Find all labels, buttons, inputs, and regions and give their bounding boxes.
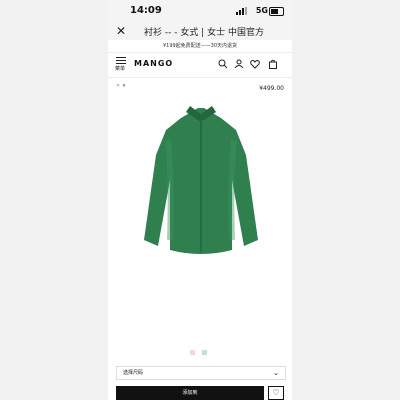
phone-screen: 14:09 5G ✕ 衬衫 -- - 女式 | 女士 中国官方 ¥199起免费配… <box>108 0 292 400</box>
status-time: 14:09 <box>130 5 162 16</box>
menu-button[interactable]: 菜单 <box>115 57 128 72</box>
add-to-cart-button[interactable]: 添加到 <box>116 386 264 400</box>
size-select[interactable]: 选择尺码 ⌄ <box>116 366 286 380</box>
color-swatch[interactable] <box>190 350 195 355</box>
image-indicator: ✕ ♦ <box>116 83 127 89</box>
close-icon[interactable]: ✕ <box>116 24 126 38</box>
network-indicator: 5G <box>255 6 268 15</box>
color-swatch[interactable] <box>202 350 207 355</box>
page-title: 衬衫 -- - 女式 | 女士 中国官方 <box>144 28 264 38</box>
chevron-down-icon: ⌄ <box>273 369 279 377</box>
product-price: ¥499.00 <box>259 85 284 92</box>
right-backdrop <box>292 0 400 400</box>
browser-title-bar: ✕ 衬衫 -- - 女式 | 女士 中国官方 <box>108 22 292 40</box>
size-select-label: 选择尺码 <box>123 370 144 376</box>
favorite-button[interactable]: ♡ <box>268 386 284 400</box>
status-bar: 14:09 5G <box>108 0 292 22</box>
signal-icon <box>236 7 248 15</box>
product-image[interactable] <box>136 100 266 260</box>
site-header: 菜单 MANGO <box>108 53 292 78</box>
left-backdrop <box>0 0 108 400</box>
heart-icon[interactable] <box>250 59 260 69</box>
brand-logo[interactable]: MANGO <box>134 59 173 68</box>
menu-label: 菜单 <box>115 66 126 72</box>
user-icon[interactable] <box>234 59 244 69</box>
battery-icon <box>269 7 284 16</box>
promo-banner: ¥199起免费配送——30天内退货 <box>108 40 292 53</box>
search-icon[interactable] <box>218 59 228 69</box>
bag-icon[interactable] <box>268 59 278 69</box>
